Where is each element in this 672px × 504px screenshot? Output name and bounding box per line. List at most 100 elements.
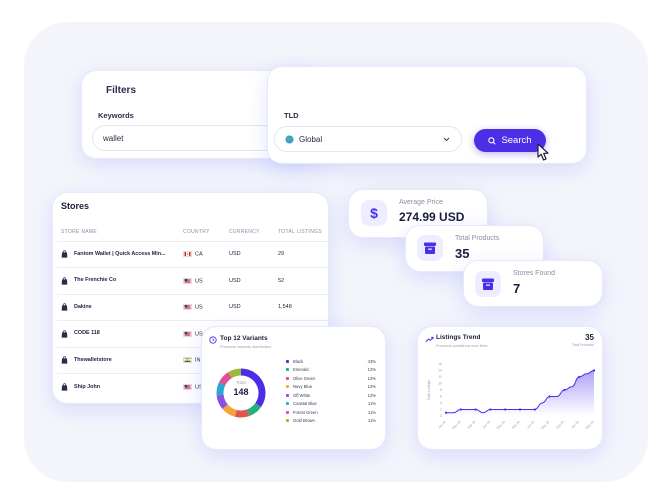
store-name: Dakine [74,303,92,310]
search-button-label: Search [501,135,532,146]
y-tick-label: 14 [438,369,442,373]
trend-subtitle: Products published over time [436,343,488,348]
donut-slice [234,409,250,418]
y-tick-label: 0 [440,414,442,418]
table-row[interactable]: Fantom Wallet | Quick Access Min... CA USD… [57,240,328,268]
store-name-cell: CODE 118 [57,320,179,347]
trend-up-icon [425,336,434,343]
tld-select[interactable]: Global [274,126,462,152]
trend-card: Listings Trend Products published over t… [418,327,602,449]
trend-title: Listings Trend [436,334,481,341]
country-code: US [195,304,203,311]
x-tick-label: May 24 [496,420,506,430]
legend-swatch [286,385,289,389]
shopify-bag-icon [61,250,68,258]
variant-pct: 11% [367,401,376,407]
store-icon-box [475,271,501,297]
variant-name: Emerald [293,367,309,373]
trend-point [489,408,492,411]
donut-slice [222,404,237,417]
variants-legend: Black 43% Emerald 12% Olive Green 12% Navy Blu… [286,357,376,425]
box-icon-box [417,235,443,261]
variant-name: Off White [293,392,311,398]
keywords-label: Keywords [98,111,134,120]
average-price-value: 274.99 USD [399,210,465,224]
table-row[interactable]: The Frenchie Co US USD 52 [57,267,328,294]
stores-found-card: Stores Found 7 [464,261,602,306]
filters-title: Filters [106,85,137,96]
tld-value: Global [299,134,323,144]
stores-title: Stores [61,201,90,211]
variant-pct: 12% [367,392,376,398]
variant-pct: 12% [367,367,376,373]
mouse-cursor-icon [537,143,549,161]
x-tick-label: Sep 25 [555,420,565,430]
y-tick-label: 8 [440,388,442,392]
variant-legend-item: Emerald 12% [286,366,376,375]
col-total-listings: TOTAL LISTINGS [278,229,322,236]
currency-cell: USD [225,240,274,268]
country-cell: US [179,267,225,294]
store-name: Fantom Wallet | Quick Access Min... [74,250,166,257]
variant-legend-item: Gold Brown 11% [286,417,376,426]
donut-total-value: 148 [233,387,249,397]
average-price-label: Average Price [399,199,443,206]
col-currency: CURRENCY [229,229,260,236]
variant-legend-item: Olive Green 12% [286,374,376,383]
country-code: IN [195,357,201,364]
box-icon [424,242,436,254]
legend-swatch [286,402,289,406]
x-tick-label: Sep 24 [511,420,521,430]
currency-cell: USD [225,267,274,294]
variant-name: Forest Green [293,409,318,415]
variant-legend-item: Forest Green 11% [286,408,376,417]
table-row[interactable]: Dakine US USD 1,548 [57,293,328,321]
y-tick-label: 2 [440,408,442,412]
search-icon [488,136,497,145]
col-store-name: STORE NAME [61,229,97,236]
y-tick-label: 6 [440,395,442,399]
legend-swatch [286,368,289,372]
donut-slice [246,402,262,416]
variant-name: Gold Brown [293,418,315,424]
donut-total-label: Total [236,380,246,385]
trend-total-value: 35 [585,333,594,342]
shopify-bag-icon [61,356,68,364]
dollar-icon: $ [370,205,378,221]
store-name: CODE 118 [74,330,100,337]
total-products-value: 35 [455,246,470,261]
clock-icon [209,336,217,344]
y-tick-label: 16 [438,362,442,366]
variant-legend-item: Navy Blue 12% [286,383,376,392]
country-code: US [195,330,203,337]
screenshot-stage: Filters Keywords wallet TLD Global Searc… [0,0,672,504]
x-tick-label: May 23 [451,420,461,430]
shopify-bag-icon [61,383,68,391]
shopify-bag-icon [61,276,68,285]
variant-legend-item: Off White 12% [286,391,376,400]
listings-trend-chart: 0 2 4 6 8 10 12 14 16 Total Listings Jan 23 May 23 S… [427,362,596,430]
variants-card: Top 12 Variants Products variants distri… [202,327,385,449]
keywords-input[interactable]: wallet [92,125,282,151]
x-tick-label: Jan 26 [570,420,580,430]
variant-pct: 43% [367,358,376,364]
x-tick-label: Jan 24 [482,420,492,430]
donut-slice [228,368,242,379]
currency-cell: USD [225,293,274,321]
keywords-value: wallet [103,133,124,143]
legend-swatch [286,359,289,363]
country-code: US [195,277,203,284]
country-code: CA [195,251,203,258]
listings-cell: 52 [274,267,328,294]
variant-name: Coastal Blue [293,401,317,407]
country-cell: CA [179,240,225,268]
variant-legend-item: Coastal Blue 11% [286,400,376,409]
legend-swatch [286,419,289,423]
trend-total-label: Total Products [571,343,594,347]
legend-swatch [286,376,289,380]
store-name-cell: Thewalletstore [57,346,179,374]
store-name-cell: Dakine [57,293,179,321]
store-name-cell: Ship John [57,373,179,400]
legend-swatch [286,410,289,414]
y-tick-label: 12 [438,375,442,379]
